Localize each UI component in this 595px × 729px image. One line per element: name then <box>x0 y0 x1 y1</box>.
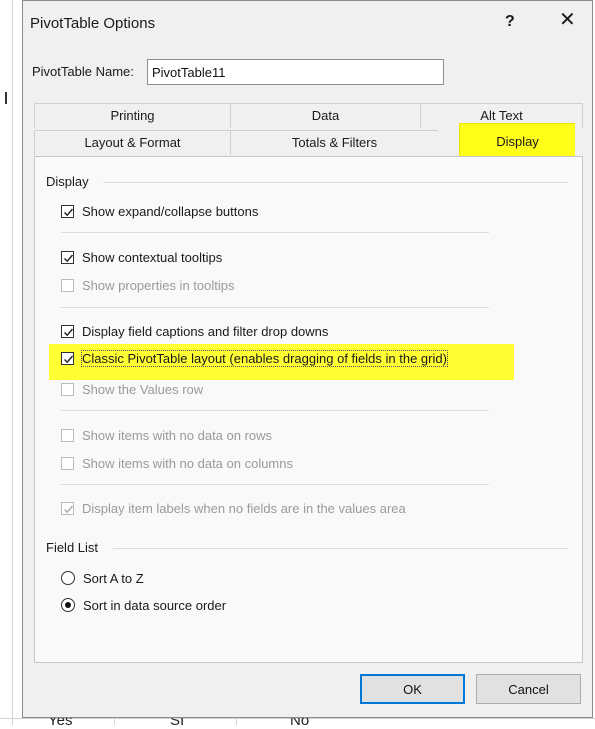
checkbox-unchecked-icon[interactable] <box>61 456 74 470</box>
option-display-item-labels[interactable]: Display item labels when no fields are i… <box>61 498 406 518</box>
tab-totals-filters[interactable]: Totals & Filters <box>230 130 438 155</box>
display-group-label: Display <box>46 174 89 189</box>
checkbox-unchecked-icon[interactable] <box>61 382 74 396</box>
pivottable-name-label: PivotTable Name: <box>32 64 134 79</box>
grid-line <box>12 0 13 725</box>
tab-label: Data <box>311 108 340 123</box>
option-separator <box>61 410 489 411</box>
option-label: Show properties in tooltips <box>82 277 235 293</box>
cell-cursor-mark <box>5 92 7 104</box>
option-show-contextual-tooltips[interactable]: Show contextual tooltips <box>61 247 222 267</box>
pivottable-name-label-text: PivotTable Name: <box>32 64 134 79</box>
close-button[interactable]: ✕ <box>559 10 576 30</box>
checkbox-checked-icon[interactable] <box>61 204 74 218</box>
tab-layout-format[interactable]: Layout & Format <box>34 130 230 155</box>
help-button[interactable]: ? <box>505 13 515 31</box>
pivottable-name-input[interactable] <box>147 59 444 85</box>
option-label: Sort in data source order <box>83 597 227 613</box>
field-list-group-label: Field List <box>46 540 99 555</box>
ok-button[interactable]: OK <box>360 674 465 704</box>
option-separator <box>61 232 489 233</box>
tab-label: Totals & Filters <box>291 135 378 150</box>
radio-unselected-icon[interactable] <box>61 571 75 585</box>
option-label: Show contextual tooltips <box>82 249 223 265</box>
option-show-properties-in-tooltips[interactable]: Show properties in tooltips <box>61 275 234 295</box>
option-label: Classic PivotTable layout (enables dragg… <box>81 349 448 367</box>
tab-printing[interactable]: Printing <box>34 103 230 128</box>
tab-label: Printing <box>110 108 155 123</box>
tab-label: Alt Text <box>480 108 523 123</box>
cancel-button[interactable]: Cancel <box>476 674 581 704</box>
tab-label: Display <box>496 134 539 149</box>
option-display-field-captions[interactable]: Display field captions and filter drop d… <box>61 321 328 341</box>
option-label: Sort A to Z <box>83 570 144 586</box>
checkbox-checked-icon[interactable] <box>61 250 74 264</box>
title-bar[interactable]: PivotTable Options ? ✕ <box>23 1 592 45</box>
dialog-title: PivotTable Options <box>30 15 156 32</box>
option-sort-data-source-order[interactable]: Sort in data source order <box>61 595 226 615</box>
option-classic-pivottable-layout[interactable]: Classic PivotTable layout (enables dragg… <box>61 348 448 368</box>
checkbox-checked-icon[interactable] <box>61 351 74 365</box>
option-show-items-no-data-rows[interactable]: Show items with no data on rows <box>61 425 272 445</box>
option-label: Display field captions and filter drop d… <box>82 323 329 339</box>
option-label: Show items with no data on columns <box>82 455 293 471</box>
display-tab-panel: Display Show expand/collapse buttons Sho… <box>34 156 583 663</box>
option-separator <box>61 307 489 308</box>
checkbox-checked-disabled-icon[interactable] <box>61 501 74 515</box>
option-separator <box>61 484 489 485</box>
pivottable-options-dialog: PivotTable Options ? ✕ PivotTable Name: … <box>22 0 593 718</box>
radio-selected-icon[interactable] <box>61 598 75 612</box>
option-label: Show the Values row <box>82 381 204 397</box>
option-sort-a-to-z[interactable]: Sort A to Z <box>61 568 144 588</box>
option-label: Show expand/collapse buttons <box>82 203 259 219</box>
group-divider <box>103 182 568 183</box>
group-divider <box>113 548 568 549</box>
checkbox-checked-icon[interactable] <box>61 324 74 338</box>
option-show-expand-collapse[interactable]: Show expand/collapse buttons <box>61 201 258 221</box>
option-show-items-no-data-columns[interactable]: Show items with no data on columns <box>61 453 293 473</box>
tab-data[interactable]: Data <box>230 103 420 128</box>
option-label: Show items with no data on rows <box>82 427 273 443</box>
option-label: Display item labels when no fields are i… <box>82 500 406 516</box>
tab-label: Layout & Format <box>84 135 181 150</box>
checkbox-unchecked-icon[interactable] <box>61 278 74 292</box>
option-show-values-row[interactable]: Show the Values row <box>61 379 203 399</box>
tab-display[interactable]: Display <box>459 123 575 159</box>
radio-dot <box>65 602 71 608</box>
checkbox-unchecked-icon[interactable] <box>61 428 74 442</box>
